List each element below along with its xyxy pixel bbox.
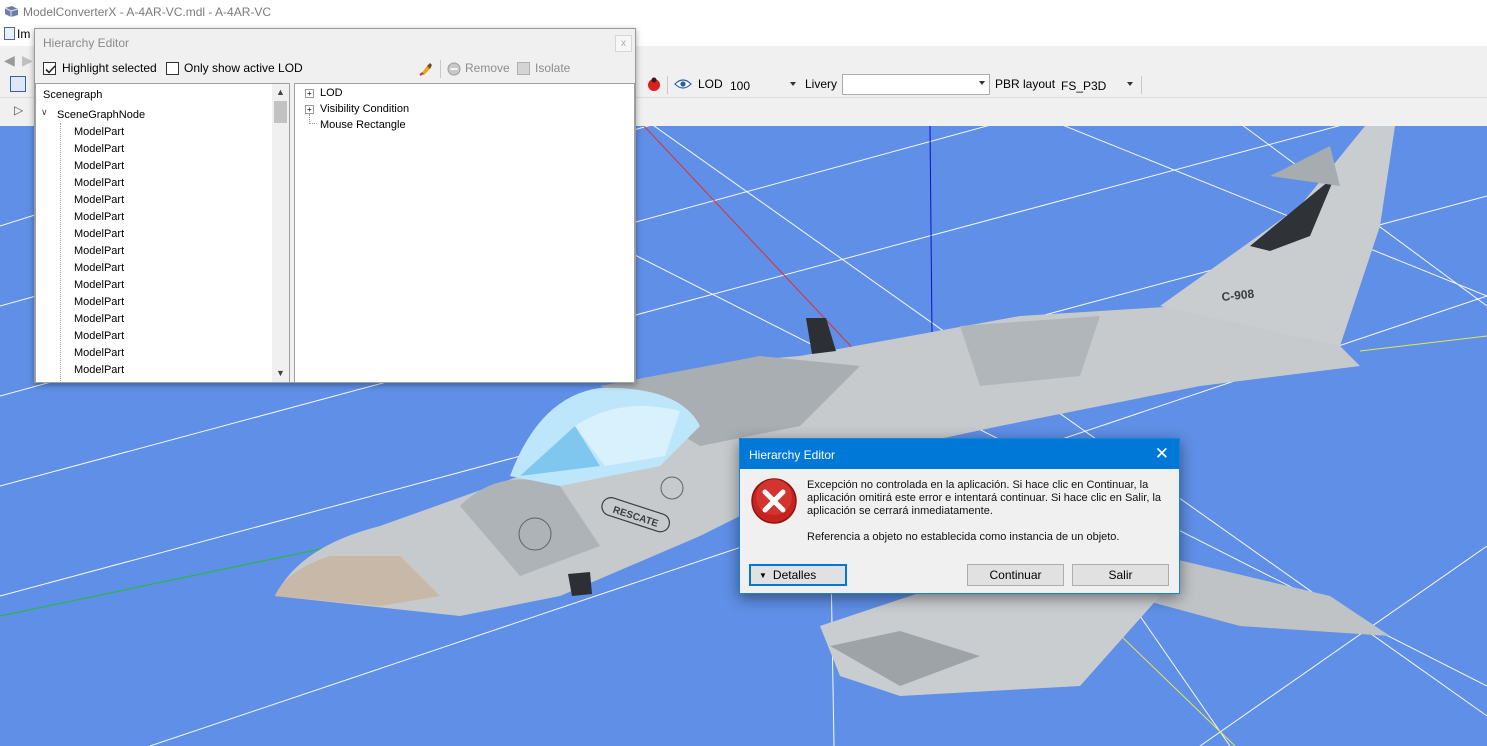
properties-tree[interactable]: + LOD + Visibility Condition Mouse Recta… bbox=[294, 83, 635, 383]
scrollbar-thumb[interactable] bbox=[274, 101, 287, 123]
livery-label: Livery bbox=[805, 77, 838, 91]
livery-select[interactable] bbox=[842, 74, 990, 95]
lod-select[interactable]: 100 bbox=[725, 75, 801, 96]
back-arrow-icon[interactable]: ◀ bbox=[4, 52, 15, 69]
scenegraph-tree[interactable]: Scenegraph ∨ SceneGraphNode ModelPart Mo… bbox=[35, 83, 290, 383]
pbr-layout-label: PBR layout bbox=[995, 77, 1056, 91]
tree-item[interactable]: ModelPart bbox=[74, 126, 124, 138]
toolbar-separator bbox=[667, 76, 668, 94]
chevron-down-icon: ▼ bbox=[759, 571, 767, 580]
collapse-icon[interactable]: ∨ bbox=[41, 107, 48, 118]
tree-item[interactable]: ModelPart bbox=[74, 296, 124, 308]
checkmark-icon bbox=[45, 65, 56, 74]
pbr-layout-select[interactable]: FS_P3D bbox=[1056, 75, 1138, 96]
error-detail: Referencia a objeto no establecida como … bbox=[807, 531, 1120, 543]
hierarchy-editor-title: Hierarchy Editor bbox=[43, 36, 130, 50]
dialog-title: Hierarchy Editor bbox=[749, 448, 836, 462]
tree-root[interactable]: Scenegraph bbox=[43, 89, 102, 101]
tree-item[interactable]: ModelPart bbox=[74, 364, 124, 376]
remove-label[interactable]: Remove bbox=[465, 61, 510, 75]
chevron-down-icon bbox=[979, 81, 985, 85]
app-icon bbox=[4, 6, 19, 17]
only-active-lod-checkbox[interactable] bbox=[166, 62, 179, 75]
tree-item[interactable]: ModelPart bbox=[74, 313, 124, 325]
details-button[interactable]: ▼ Detalles bbox=[749, 564, 847, 586]
chevron-down-icon bbox=[790, 82, 796, 86]
isolate-label[interactable]: Isolate bbox=[535, 61, 570, 75]
zoom-extents-icon[interactable] bbox=[10, 76, 26, 92]
tree-item[interactable]: ModelPart bbox=[74, 245, 124, 257]
scroll-down-icon[interactable]: ▼ bbox=[272, 365, 289, 382]
exit-button[interactable]: Salir bbox=[1072, 564, 1169, 586]
tree-guide bbox=[309, 114, 317, 124]
lod-label: LOD bbox=[698, 77, 723, 91]
hierarchy-editor-window: Hierarchy Editor x Highlight selected On… bbox=[34, 28, 636, 383]
tree-item[interactable]: ModelPart bbox=[74, 211, 124, 223]
tree-item[interactable]: ModelPart bbox=[74, 143, 124, 155]
close-icon[interactable]: ✕ bbox=[1155, 444, 1169, 464]
tree-item[interactable]: ModelPart bbox=[74, 228, 124, 240]
error-message: Excepción no controlada en la aplicación… bbox=[807, 479, 1162, 517]
brush-icon[interactable] bbox=[418, 61, 434, 77]
tree-scrollbar[interactable]: ▲ ▼ bbox=[272, 84, 289, 382]
file-icon bbox=[4, 27, 15, 40]
hierarchy-options-bar: Highlight selected Only show active LOD … bbox=[35, 57, 635, 81]
property-item[interactable]: Visibility Condition bbox=[320, 103, 409, 115]
tree-node[interactable]: SceneGraphNode bbox=[57, 109, 145, 121]
title-bar: ModelConverterX - A-4AR-VC.mdl - A-4AR-V… bbox=[0, 0, 1487, 24]
highlight-selected-checkbox[interactable] bbox=[43, 62, 56, 75]
play-icon[interactable]: ▷ bbox=[14, 103, 23, 117]
chevron-down-icon bbox=[1127, 82, 1133, 86]
tree-item[interactable]: ModelPart bbox=[74, 262, 124, 274]
forward-arrow-icon[interactable]: ▶ bbox=[22, 52, 33, 69]
close-button[interactable]: x bbox=[615, 35, 632, 52]
pbr-layout-select-value: FS_P3D bbox=[1061, 79, 1107, 93]
dialog-title-bar: Hierarchy Editor ✕ bbox=[740, 439, 1179, 469]
bug-icon[interactable] bbox=[646, 76, 662, 92]
only-active-lod-label[interactable]: Only show active LOD bbox=[184, 61, 303, 75]
details-button-label: Detalles bbox=[772, 568, 817, 582]
menu-import-label: Im bbox=[17, 27, 31, 41]
expand-icon[interactable]: + bbox=[305, 89, 314, 98]
tree-item[interactable]: ModelPart bbox=[74, 194, 124, 206]
tree-item[interactable]: ModelPart bbox=[74, 347, 124, 359]
continue-button[interactable]: Continuar bbox=[967, 564, 1064, 586]
tree-item[interactable]: ModelPart bbox=[74, 279, 124, 291]
tree-guide bbox=[60, 123, 61, 382]
highlight-selected-label[interactable]: Highlight selected bbox=[62, 61, 157, 75]
window-title: ModelConverterX - A-4AR-VC.mdl - A-4AR-V… bbox=[23, 5, 272, 19]
toolbar-separator bbox=[440, 60, 441, 78]
scroll-up-icon[interactable]: ▲ bbox=[272, 84, 289, 101]
remove-icon[interactable] bbox=[447, 62, 461, 76]
tree-item[interactable]: ModelPart bbox=[74, 330, 124, 342]
error-dialog: Hierarchy Editor ✕ Excepción no controla… bbox=[739, 438, 1180, 594]
tree-item[interactable]: ModelPart bbox=[74, 160, 124, 172]
property-item[interactable]: Mouse Rectangle bbox=[320, 119, 406, 131]
menu-import[interactable]: Im bbox=[4, 27, 30, 41]
toolbar-separator bbox=[1141, 76, 1142, 94]
tree-item[interactable]: ModelPart bbox=[74, 177, 124, 189]
expand-icon[interactable]: + bbox=[305, 105, 314, 114]
isolate-icon[interactable] bbox=[517, 62, 530, 75]
error-icon bbox=[751, 478, 797, 524]
eye-icon[interactable] bbox=[674, 78, 692, 90]
property-item[interactable]: LOD bbox=[320, 87, 343, 99]
lod-select-value: 100 bbox=[730, 79, 751, 93]
